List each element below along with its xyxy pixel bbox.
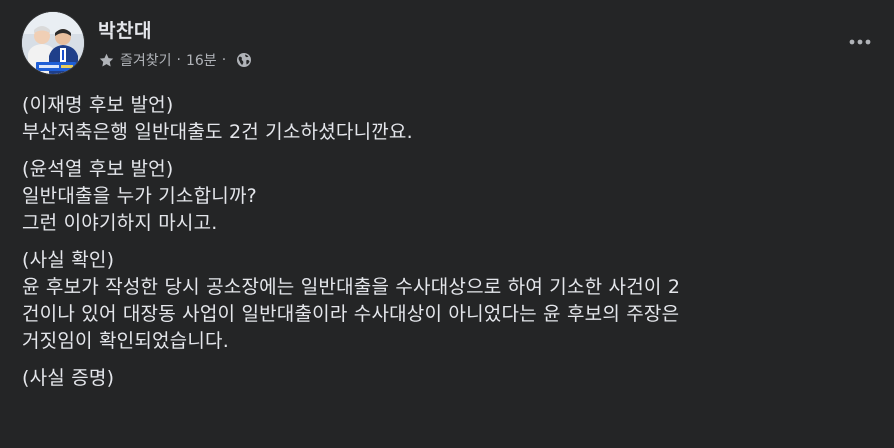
text-line: 건이나 있어 대장동 사업이 일반대출이라 수사대상이 아니었다는 윤 후보의 … <box>22 303 680 325</box>
meta-separator: · <box>221 52 227 68</box>
favorite-star-icon <box>98 52 115 69</box>
text-line: (이재명 후보 발언) <box>22 94 174 116</box>
more-options-button[interactable] <box>840 22 880 62</box>
avatar-image <box>22 12 84 74</box>
post-time[interactable]: 16분 <box>186 50 217 70</box>
meta-separator: · <box>176 52 181 68</box>
author-name[interactable]: 박찬대 <box>98 16 152 43</box>
text-line: (사실 증명) <box>22 367 115 389</box>
profile-photo-icon[interactable] <box>22 12 84 74</box>
more-options-icon <box>849 39 871 45</box>
text-line: 그런 이야기하지 마시고. <box>22 212 218 234</box>
text-line: (사실 확인) <box>22 249 115 271</box>
paragraph-lee-statement: (이재명 후보 발언) 부산저축은행 일반대출도 2건 기소하셨다니깐요. <box>22 92 882 146</box>
globe-icon[interactable] <box>236 52 252 68</box>
paragraph-yoon-statement: (윤석열 후보 발언) 일반대출을 누가 기소합니까? 그런 이야기하지 마시고… <box>22 156 882 237</box>
paragraph-fact-check: (사실 확인) 윤 후보가 작성한 당시 공소장에는 일반대출을 수사대상으로 … <box>22 247 882 355</box>
text-line: 거짓임이 확인되었습니다. <box>22 330 229 352</box>
post-content: (이재명 후보 발언) 부산저축은행 일반대출도 2건 기소하셨다니깐요. (윤… <box>22 92 882 402</box>
text-line: (윤석열 후보 발언) <box>22 158 174 180</box>
post-header: 박찬대 즐겨찾기 · 16분 · <box>22 12 882 76</box>
facebook-post: 박찬대 즐겨찾기 · 16분 · (이재명 후보 발언) 부산저축은행 일반대출… <box>0 0 894 448</box>
text-line: 부산저축은행 일반대출도 2건 기소하셨다니깐요. <box>22 121 413 143</box>
post-meta: 즐겨찾기 · 16분 · <box>98 50 252 70</box>
text-line: 일반대출을 누가 기소합니까? <box>22 185 257 207</box>
paragraph-fact-proof: (사실 증명) <box>22 365 882 392</box>
text-line: 윤 후보가 작성한 당시 공소장에는 일반대출을 수사대상으로 하여 기소한 사… <box>22 276 681 298</box>
favorites-label[interactable]: 즐겨찾기 <box>120 50 172 70</box>
